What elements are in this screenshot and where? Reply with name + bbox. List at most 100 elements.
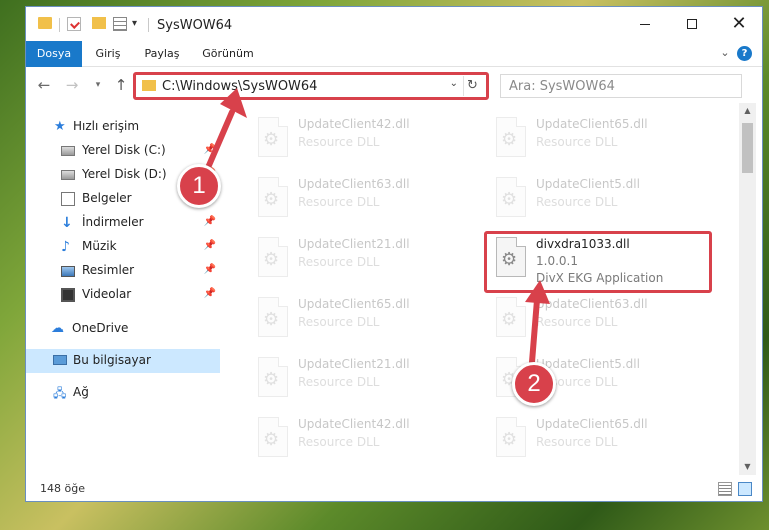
downloads-icon: ↓ (61, 215, 73, 231)
close-icon: ✕ (731, 13, 747, 34)
file-name: UpdateClient65.dll (298, 297, 410, 311)
music-icon: ♪ (61, 239, 70, 255)
sidebar-item-label: İndirmeler (82, 215, 144, 229)
help-icon[interactable]: ? (737, 46, 752, 61)
pictures-icon (61, 266, 75, 277)
file-name: UpdateClient65.dll (536, 117, 648, 131)
scroll-down-icon[interactable]: ▼ (739, 459, 756, 475)
file-type: Resource DLL (298, 255, 380, 269)
file-name: UpdateClient21.dll (298, 237, 410, 251)
computer-icon (53, 355, 67, 365)
sidebar-item-label: Resimler (82, 263, 135, 277)
file-type: Resource DLL (298, 135, 380, 149)
search-input[interactable]: Ara: SysWOW64 (500, 74, 742, 98)
recent-locations-dropdown-icon[interactable]: ▾ (89, 76, 107, 94)
list-item[interactable]: ⚙ UpdateClient5.dll Resource DLL (484, 173, 714, 225)
pin-icon[interactable]: 📌 (204, 144, 216, 155)
list-item[interactable]: ⚙ UpdateClient65.dll Resource DLL (484, 413, 714, 465)
sidebar-item-drive-c[interactable]: Yerel Disk (C:) 📌 (26, 139, 220, 163)
sidebar-item-pictures[interactable]: Resimler 📌 (26, 259, 220, 283)
maximize-button[interactable] (669, 7, 715, 41)
sidebar-item-label: Hızlı erişim (73, 119, 140, 133)
close-button[interactable]: ✕ (716, 7, 762, 41)
list-item[interactable]: ⚙ UpdateClient65.dll Resource DLL (246, 293, 476, 345)
dll-file-icon: ⚙ (492, 117, 528, 161)
sidebar-item-label: OneDrive (72, 321, 129, 335)
toolbar-divider (59, 18, 60, 32)
cloud-icon: ☁ (51, 321, 64, 336)
pin-icon[interactable]: 📌 (204, 288, 216, 299)
list-item[interactable]: ⚙ UpdateClient65.dll Resource DLL (484, 113, 714, 165)
file-highlight-box (484, 231, 712, 293)
sidebar-item-label: Yerel Disk (C:) (82, 143, 166, 157)
dll-file-icon: ⚙ (254, 117, 290, 161)
details-view-icon[interactable] (718, 482, 732, 496)
toolbar-divider (148, 18, 149, 32)
file-type: Resource DLL (298, 375, 380, 389)
file-name: UpdateClient42.dll (298, 417, 410, 431)
minimize-icon (640, 24, 650, 25)
list-item[interactable]: ⚙ UpdateClient42.dll Resource DLL (246, 413, 476, 465)
file-type: Resource DLL (298, 315, 380, 329)
file-type: Resource DLL (536, 315, 618, 329)
dll-file-icon: ⚙ (254, 177, 290, 221)
tab-share[interactable]: Paylaş (140, 41, 184, 67)
sidebar-item-label: Bu bilgisayar (73, 353, 151, 367)
tiles-view-icon[interactable] (738, 482, 752, 496)
minimize-button[interactable] (622, 7, 668, 41)
list-item[interactable]: ⚙ UpdateClient63.dll Resource DLL (484, 293, 714, 345)
file-name: UpdateClient63.dll (536, 297, 648, 311)
vertical-scrollbar[interactable]: ▲ ▼ (739, 103, 756, 475)
dll-file-icon: ⚙ (492, 177, 528, 221)
pin-icon[interactable]: 📌 (204, 264, 216, 275)
sidebar-item-downloads[interactable]: ↓ İndirmeler 📌 (26, 211, 220, 235)
sidebar-item-onedrive[interactable]: ☁ OneDrive (26, 317, 220, 341)
sidebar-item-videos[interactable]: Videolar 📌 (26, 283, 220, 307)
sidebar-item-music[interactable]: ♪ Müzik 📌 (26, 235, 220, 259)
tab-home[interactable]: Giriş (90, 41, 126, 67)
sidebar-item-label: Belgeler (82, 191, 132, 205)
dll-file-icon: ⚙ (492, 417, 528, 461)
expand-ribbon-icon[interactable]: ⌄ (718, 46, 732, 60)
status-bar: 148 öğe (26, 477, 762, 501)
star-icon: ★ (54, 119, 66, 134)
forward-button[interactable]: → (63, 76, 81, 94)
scroll-thumb[interactable] (742, 123, 753, 173)
back-button[interactable]: ← (35, 76, 53, 94)
up-button[interactable]: ↑ (112, 76, 130, 94)
tab-view[interactable]: Görünüm (198, 41, 258, 67)
file-name: UpdateClient5.dll (536, 357, 640, 371)
callout-marker-2: 2 (512, 362, 556, 406)
dll-file-icon: ⚙ (254, 297, 290, 341)
quick-access-dropdown-icon[interactable]: ▾ (132, 18, 137, 29)
callout-marker-1: 1 (177, 164, 221, 208)
sidebar-item-this-pc[interactable]: Bu bilgisayar (26, 349, 220, 373)
file-type: Resource DLL (536, 195, 618, 209)
title-bar: ▾ SysWOW64 ✕ (26, 7, 762, 41)
new-folder-icon[interactable] (92, 17, 106, 29)
sidebar-item-quick-access[interactable]: ★ Hızlı erişim (26, 115, 220, 139)
list-item[interactable]: ⚙ UpdateClient42.dll Resource DLL (246, 113, 476, 165)
dll-file-icon: ⚙ (492, 297, 528, 341)
sidebar-item-label: Ağ (73, 385, 89, 399)
file-name: UpdateClient5.dll (536, 177, 640, 191)
properties-icon[interactable] (67, 17, 81, 31)
list-item[interactable]: ⚙ UpdateClient21.dll Resource DLL (246, 353, 476, 405)
tab-file[interactable]: Dosya (26, 41, 82, 67)
view-icon[interactable] (113, 17, 127, 31)
list-item[interactable]: ⚙ UpdateClient21.dll Resource DLL (246, 233, 476, 285)
maximize-icon (687, 19, 697, 29)
documents-icon (61, 192, 75, 206)
pin-icon[interactable]: 📌 (204, 240, 216, 251)
dll-file-icon: ⚙ (254, 417, 290, 461)
drive-icon (61, 146, 75, 156)
sidebar-item-network[interactable]: 🖧 Ağ (26, 381, 220, 405)
navigation-bar: ← → ▾ ↑ C:\Windows\SysWOW64 ⌄ ↻ Ara: Sys… (26, 67, 762, 103)
file-type: Resource DLL (536, 135, 618, 149)
list-item[interactable]: ⚙ UpdateClient63.dll Resource DLL (246, 173, 476, 225)
file-name: UpdateClient63.dll (298, 177, 410, 191)
file-type: Resource DLL (298, 195, 380, 209)
scroll-up-icon[interactable]: ▲ (739, 103, 756, 119)
pin-icon[interactable]: 📌 (204, 216, 216, 227)
sidebar-item-label: Müzik (82, 239, 117, 253)
